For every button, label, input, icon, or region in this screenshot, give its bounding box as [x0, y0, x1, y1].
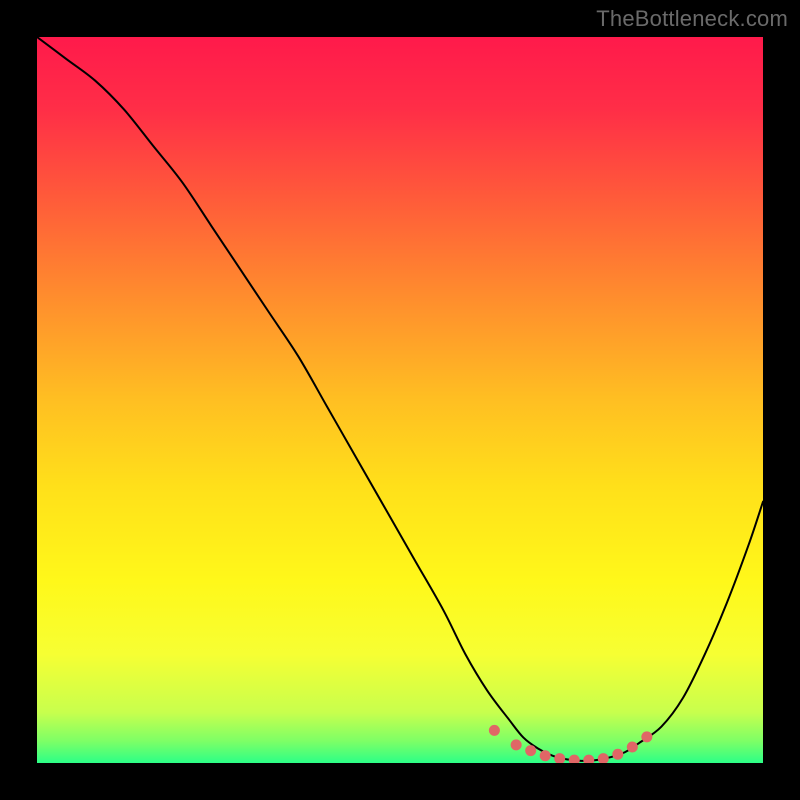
optimal-marker: [525, 745, 536, 756]
optimal-marker: [612, 749, 623, 760]
plot-svg: [37, 37, 763, 763]
optimal-marker: [489, 725, 500, 736]
watermark-text: TheBottleneck.com: [596, 6, 788, 32]
optimal-marker: [540, 750, 551, 761]
chart-stage: TheBottleneck.com: [0, 0, 800, 800]
gradient-background: [37, 37, 763, 763]
plot-area: [37, 37, 763, 763]
optimal-marker: [641, 731, 652, 742]
optimal-marker: [511, 739, 522, 750]
optimal-marker: [627, 742, 638, 753]
